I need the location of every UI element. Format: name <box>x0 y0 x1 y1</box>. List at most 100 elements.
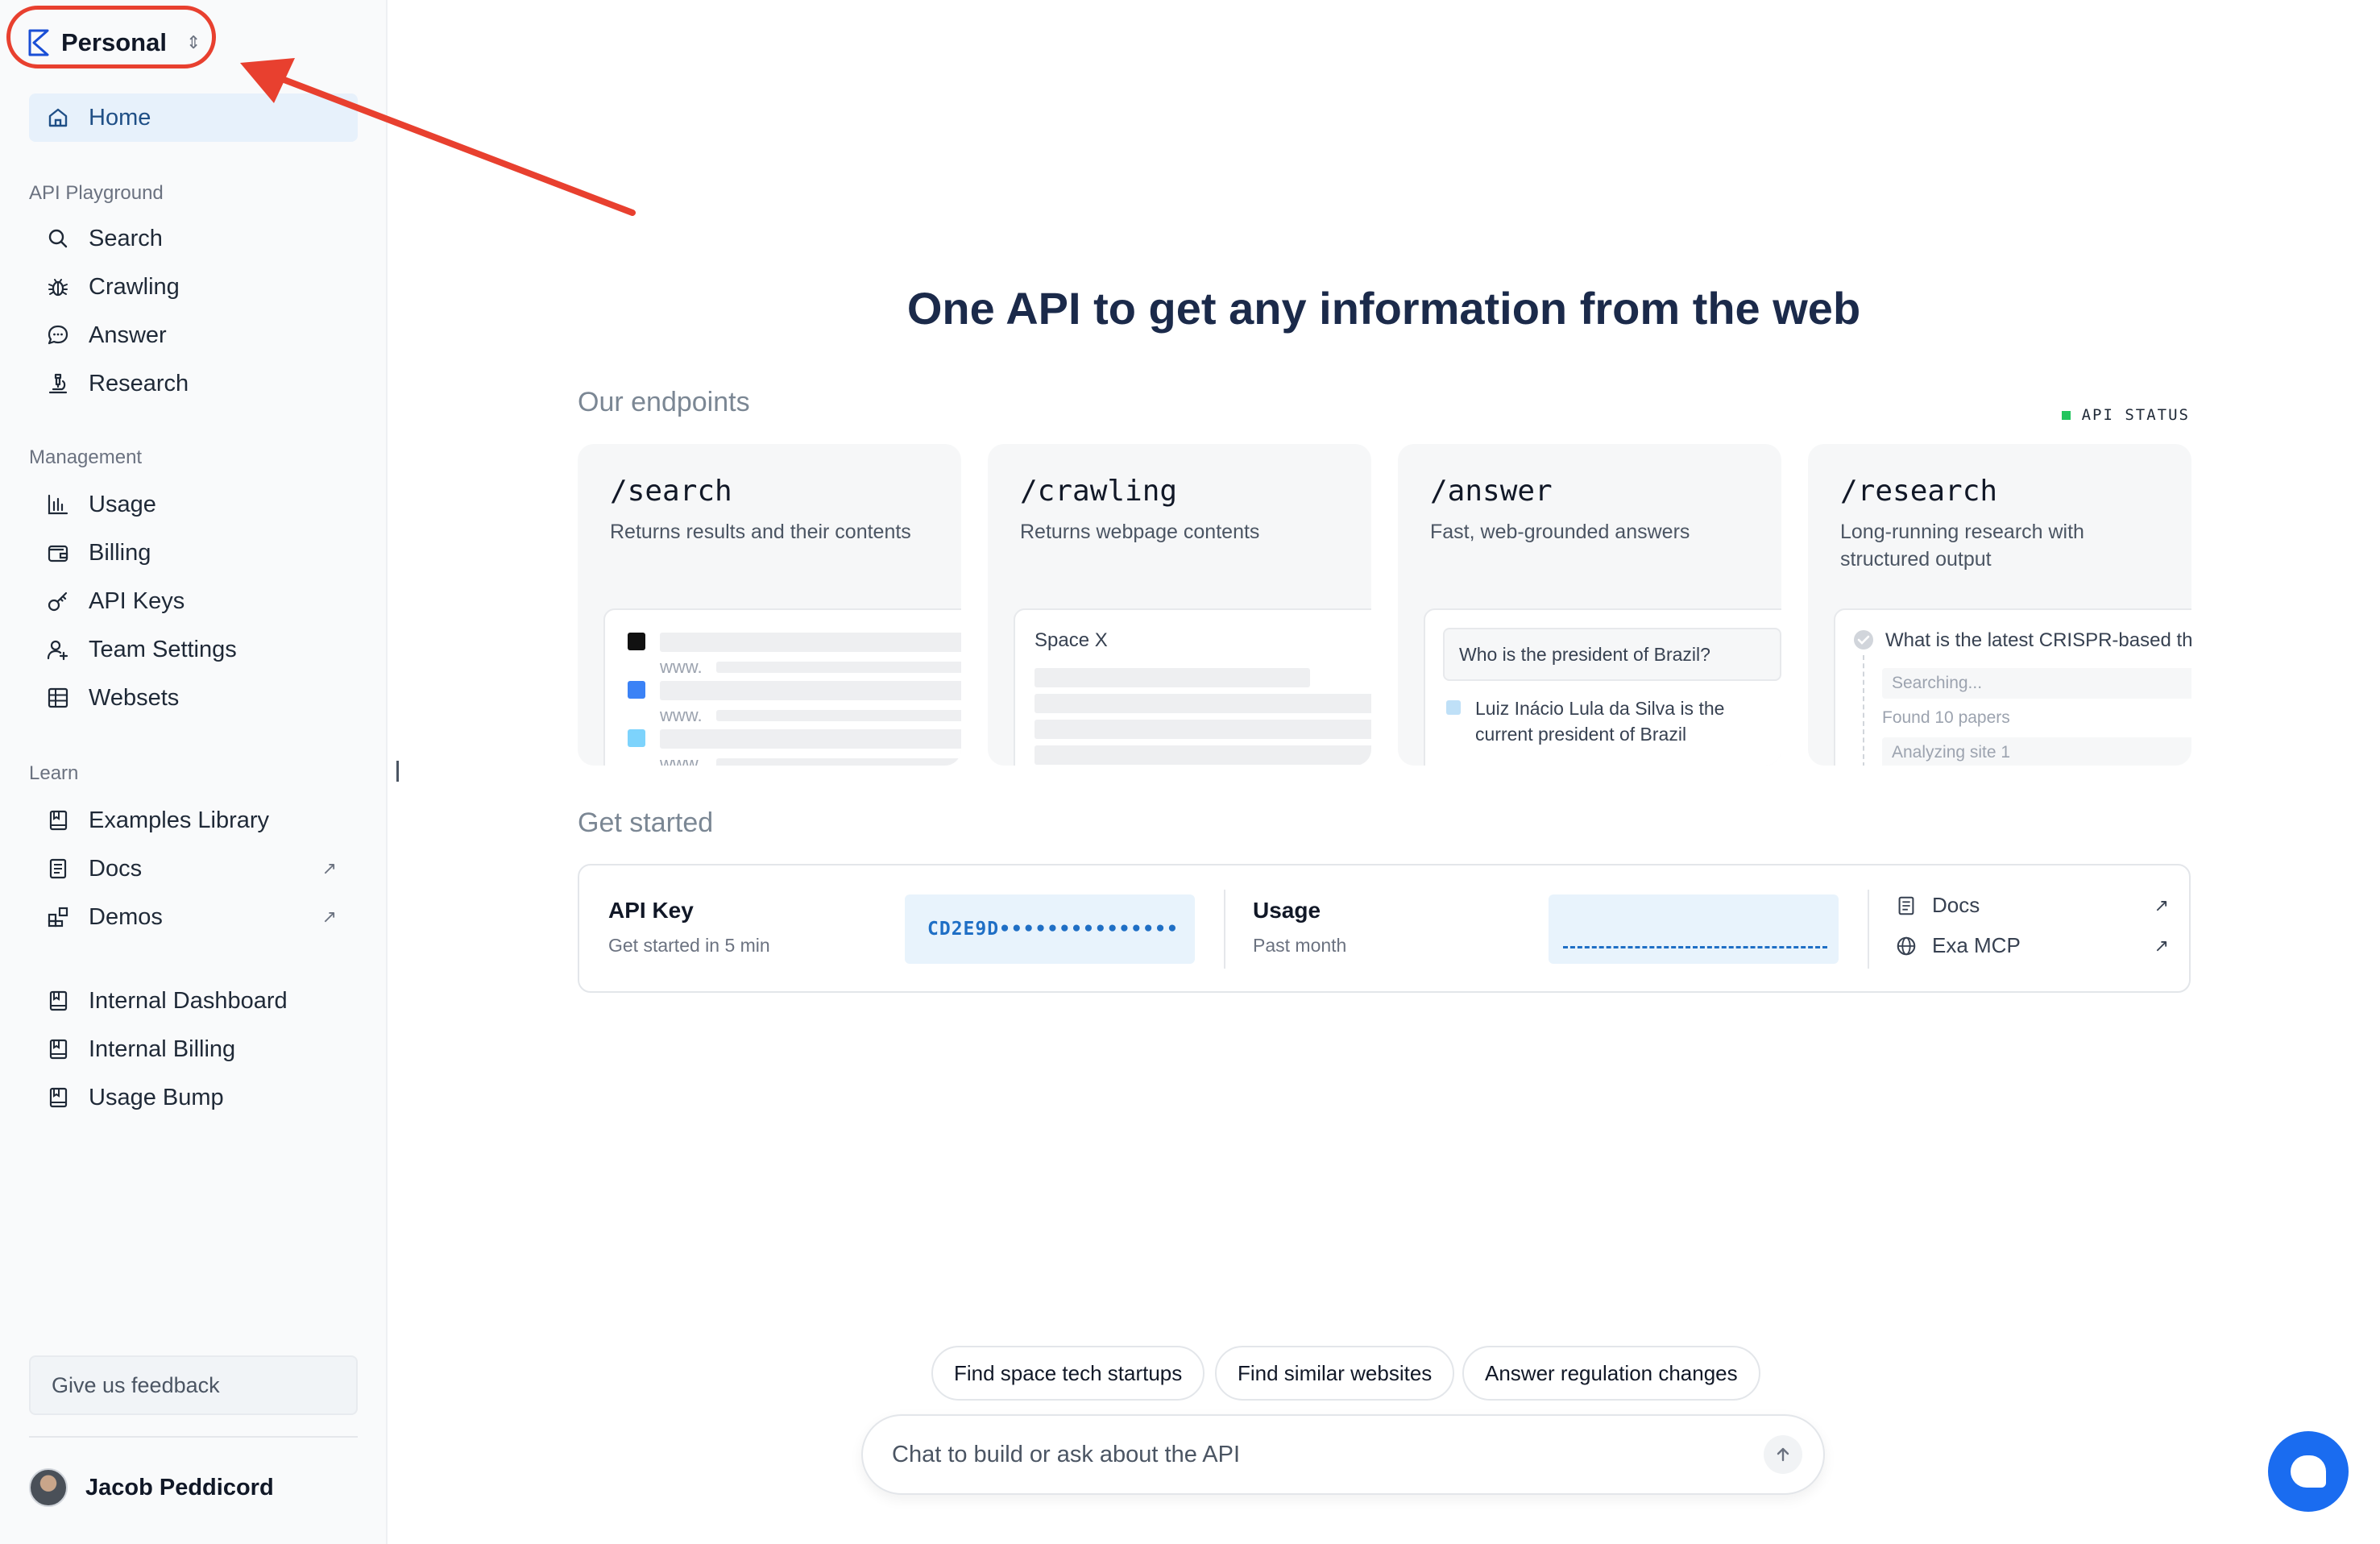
usage-label: Usage <box>1253 898 1321 923</box>
sidebar-item-examples-library[interactable]: Examples Library <box>29 796 358 845</box>
chat-input[interactable] <box>892 1416 1698 1493</box>
sidebar-item-label: Home <box>89 104 151 131</box>
get-started-panel: API Key Get started in 5 min CD2E9D•••••… <box>578 864 2191 993</box>
wallet-icon <box>45 540 71 566</box>
send-button[interactable] <box>1764 1435 1802 1474</box>
result-favicon-icon <box>628 729 645 747</box>
feedback-button[interactable]: Give us feedback <box>29 1355 358 1415</box>
timeline-line <box>1863 655 1864 766</box>
result-favicon-icon <box>628 681 645 699</box>
sidebar-item-usage-bump[interactable]: Usage Bump <box>29 1073 358 1122</box>
sidebar-item-internal-billing[interactable]: Internal Billing <box>29 1025 358 1073</box>
api-status-link[interactable]: API STATUS <box>2061 406 2190 424</box>
result-url: www. <box>660 705 703 725</box>
research-step: Searching... <box>1882 668 2191 699</box>
research-step: Found 10 papers <box>1882 708 2010 727</box>
workspace-switcher[interactable]: Personal ⇕ <box>27 23 201 63</box>
bookmark-book-icon <box>45 988 71 1014</box>
chevron-up-down-icon: ⇕ <box>185 32 201 52</box>
endpoint-card-answer[interactable]: /answer Fast, web-grounded answers Who i… <box>1398 444 1781 766</box>
endpoint-card-research[interactable]: /research Long-running research with str… <box>1808 444 2191 766</box>
get-started-title: Get started <box>578 807 714 838</box>
exa-logo-icon <box>28 29 49 56</box>
document-icon <box>1898 896 1914 915</box>
sidebar-item-api-keys[interactable]: API Keys <box>29 577 358 625</box>
sidebar-item-crawling[interactable]: Crawling <box>29 263 358 311</box>
answer-preview: Who is the president of Brazil? Luiz Iná… <box>1424 608 1781 766</box>
endpoint-description: Returns webpage contents <box>1020 521 1260 543</box>
result-favicon-icon <box>628 633 645 650</box>
user-menu[interactable]: Jacob Peddicord <box>29 1468 274 1507</box>
sidebar-item-docs[interactable]: Docs ↗ <box>29 845 358 893</box>
endpoint-description: Long-running research with structured ou… <box>1840 521 2084 571</box>
endpoint-title: /research <box>1840 475 1998 508</box>
blocks-icon <box>45 904 71 930</box>
microscope-icon <box>45 371 71 396</box>
sidebar-item-label: Answer <box>89 322 167 348</box>
docs-link[interactable]: Docs ↗ <box>1895 893 2169 918</box>
bookmark-book-icon <box>45 807 71 833</box>
sidebar-item-team-settings[interactable]: Team Settings <box>29 625 358 674</box>
external-link-icon: ↗ <box>2154 935 2169 956</box>
chat-bubble-icon <box>2291 1455 2326 1488</box>
usage-sparkline[interactable] <box>1549 894 1839 964</box>
content-placeholder <box>1035 720 1371 739</box>
sidebar-item-label: API Keys <box>89 587 185 614</box>
endpoint-title: /crawling <box>1020 475 1178 508</box>
status-dot-icon <box>2061 410 2071 420</box>
endpoint-description: Fast, web-grounded answers <box>1430 521 1690 543</box>
endpoint-card-search[interactable]: /search Returns results and their conten… <box>578 444 961 766</box>
help-chat-button[interactable] <box>2268 1431 2349 1512</box>
api-key-value[interactable]: CD2E9D••••••••••••••• <box>905 894 1195 964</box>
endpoints-section-title: Our endpoints <box>578 387 750 417</box>
link-label: Exa MCP <box>1932 933 2021 957</box>
link-label: Docs <box>1932 893 1980 917</box>
sidebar-item-answer[interactable]: Answer <box>29 311 358 359</box>
suggestion-chip[interactable]: Answer regulation changes <box>1462 1346 1760 1401</box>
sidebar-resize-handle[interactable] <box>396 761 399 782</box>
sidebar-item-label: Demos <box>89 903 163 930</box>
sidebar-item-research[interactable]: Research <box>29 359 358 408</box>
external-link-icon: ↗ <box>321 858 337 878</box>
suggestion-chip[interactable]: Find similar websites <box>1215 1346 1455 1401</box>
sidebar-item-billing[interactable]: Billing <box>29 529 358 577</box>
api-status-label: API STATUS <box>2081 406 2190 424</box>
sidebar-item-label: Crawling <box>89 273 180 300</box>
result-title-placeholder <box>660 729 961 749</box>
key-icon <box>45 588 71 614</box>
answer-text: Luiz Inácio Lula da Silva is the current… <box>1475 698 1725 745</box>
exa-mcp-link[interactable]: Exa MCP ↗ <box>1895 933 2169 958</box>
research-question: What is the latest CRISPR-based the <box>1885 629 2191 651</box>
result-title-placeholder <box>660 633 961 652</box>
sidebar-item-label: Examples Library <box>89 807 270 833</box>
sidebar-item-websets[interactable]: Websets <box>29 674 358 722</box>
crawl-page-title: Space X <box>1035 629 1108 651</box>
result-url-placeholder <box>716 758 961 766</box>
sidebar-item-internal-dashboard[interactable]: Internal Dashboard <box>29 977 358 1025</box>
table-grid-icon <box>45 685 71 711</box>
endpoint-card-crawling[interactable]: /crawling Returns webpage contents Space… <box>988 444 1371 766</box>
sidebar-item-demos[interactable]: Demos ↗ <box>29 893 358 941</box>
crawling-preview: Space X <box>1014 608 1371 766</box>
sidebar: Personal ⇕ Home API Playground Search Cr… <box>0 0 388 1544</box>
bar-chart-icon <box>45 492 71 517</box>
divider <box>1868 890 1869 969</box>
section-label-management: Management <box>29 446 143 468</box>
section-label-playground: API Playground <box>29 182 164 204</box>
result-url-placeholder <box>716 662 961 673</box>
result-url: www. <box>660 657 703 677</box>
home-icon <box>45 105 71 131</box>
sidebar-item-usage[interactable]: Usage <box>29 480 358 529</box>
search-icon <box>45 226 71 251</box>
document-icon <box>45 856 71 882</box>
sidebar-item-label: Websets <box>89 684 180 711</box>
content-placeholder <box>1035 745 1371 765</box>
usage-line <box>1563 946 1827 948</box>
avatar <box>29 1468 68 1507</box>
sidebar-item-label: Billing <box>89 539 151 566</box>
arrow-up-icon <box>1777 1447 1789 1462</box>
suggestion-chip[interactable]: Find space tech startups <box>931 1346 1205 1401</box>
divider <box>1224 890 1225 969</box>
sidebar-item-home[interactable]: Home <box>29 93 358 142</box>
sidebar-item-search[interactable]: Search <box>29 214 358 263</box>
